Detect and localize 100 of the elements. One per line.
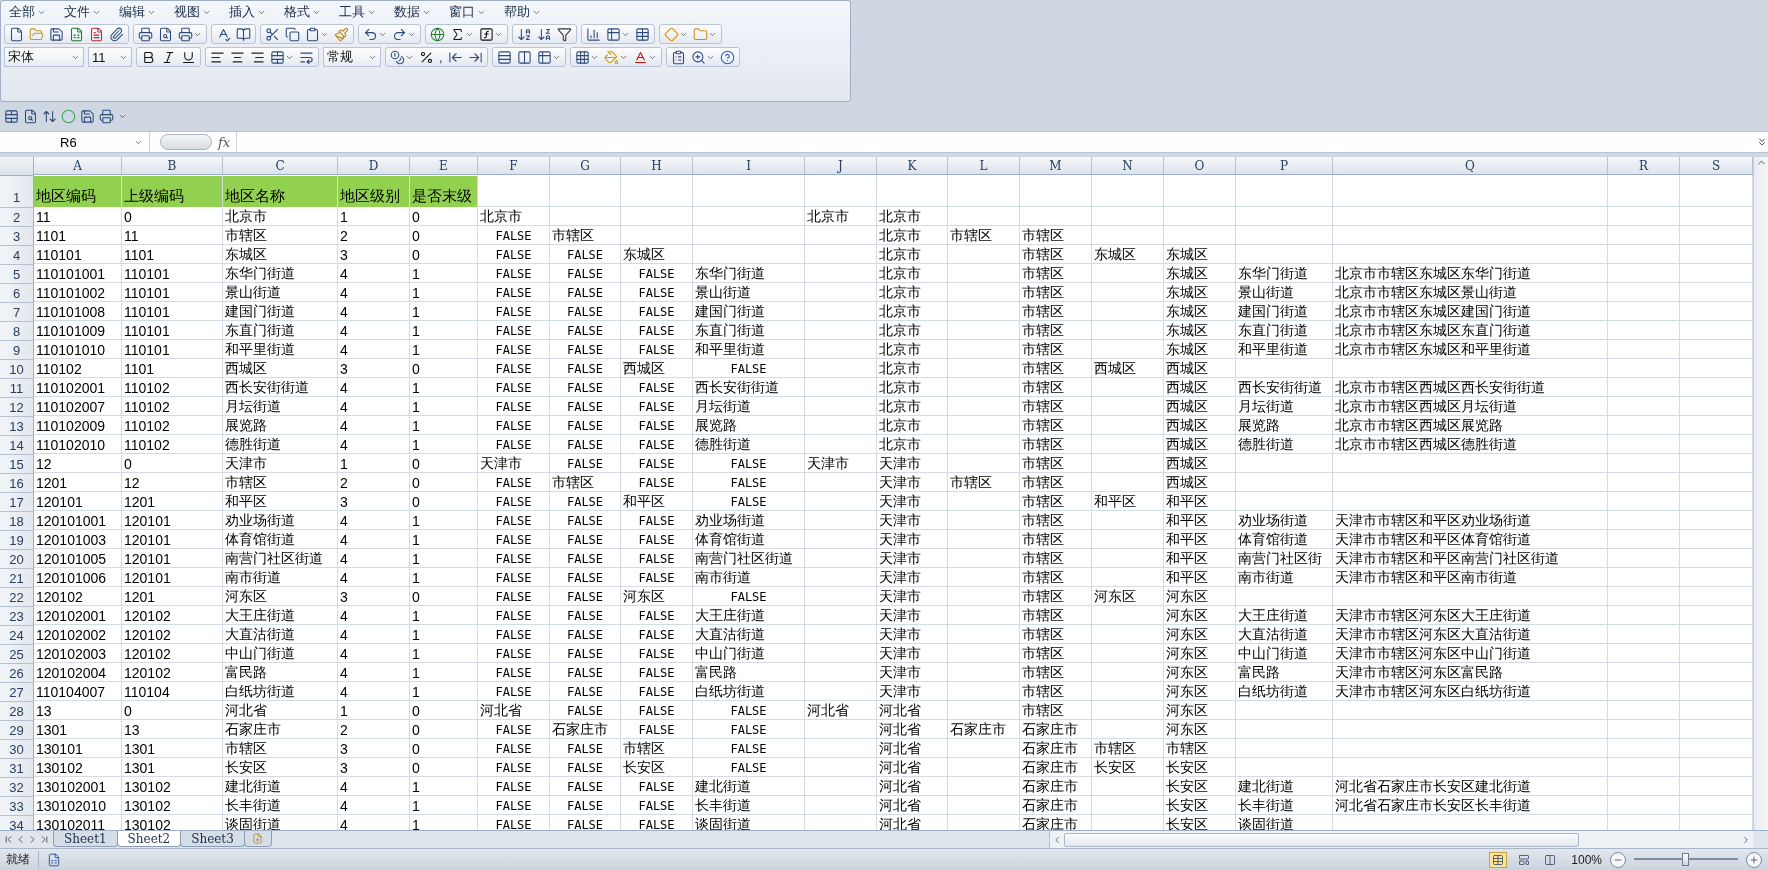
row-header[interactable]: 16 bbox=[0, 474, 34, 493]
last-sheet-icon bbox=[39, 834, 50, 845]
comma-button[interactable]: , bbox=[437, 48, 445, 66]
table-cell-text: 120102002 bbox=[35, 626, 108, 644]
row-header[interactable]: 4 bbox=[0, 246, 34, 265]
column-header[interactable]: P bbox=[1236, 157, 1333, 175]
menu-item[interactable]: 编辑 bbox=[114, 3, 161, 21]
menu-item[interactable]: 视图 bbox=[169, 3, 216, 21]
column-header[interactable]: D bbox=[338, 157, 410, 175]
row-header[interactable]: 26 bbox=[0, 664, 34, 683]
table-cell-text: 东城区 bbox=[1165, 284, 1209, 302]
table-cell-text: 110101 bbox=[35, 246, 83, 264]
view-button[interactable] bbox=[1489, 851, 1508, 868]
column-header[interactable]: N bbox=[1092, 157, 1164, 175]
row-header[interactable]: 11 bbox=[0, 379, 34, 398]
column-header[interactable]: L bbox=[948, 157, 1020, 175]
column-header[interactable]: Q bbox=[1333, 157, 1608, 175]
number-format-select[interactable]: 常规 bbox=[323, 47, 381, 67]
row-header[interactable]: 25 bbox=[0, 645, 34, 664]
row-header[interactable]: 32 bbox=[0, 778, 34, 797]
column-header[interactable]: J bbox=[805, 157, 877, 175]
sheet-tab[interactable]: Sheet1 bbox=[53, 831, 118, 847]
row-header[interactable]: 30 bbox=[0, 740, 34, 759]
row-header[interactable]: 21 bbox=[0, 569, 34, 588]
row-header[interactable]: 24 bbox=[0, 626, 34, 645]
column-header[interactable]: C bbox=[223, 157, 338, 175]
table-cell-text: FALSE bbox=[494, 664, 533, 682]
zoom-in-button[interactable] bbox=[1746, 851, 1762, 868]
table-cell-text: 13 bbox=[35, 702, 53, 720]
table-cell-text: 白纸坊街道 bbox=[224, 683, 296, 701]
vertical-scrollbar[interactable] bbox=[1753, 157, 1768, 830]
column-header[interactable]: S bbox=[1680, 157, 1753, 175]
scroll-thumb[interactable] bbox=[1064, 832, 1579, 847]
row-header[interactable]: 34 bbox=[0, 816, 34, 830]
row-header[interactable]: 7 bbox=[0, 303, 34, 322]
menu-item[interactable]: 全部 bbox=[4, 3, 51, 21]
column-header[interactable]: A bbox=[34, 157, 122, 175]
row-header[interactable]: 28 bbox=[0, 702, 34, 721]
horizontal-scrollbar[interactable] bbox=[1049, 831, 1753, 848]
menu-item[interactable]: 数据 bbox=[389, 3, 436, 21]
column-header[interactable]: G bbox=[550, 157, 621, 175]
column-header[interactable]: E bbox=[410, 157, 478, 175]
table-cell-text: 长安区 bbox=[1165, 797, 1209, 815]
row-header[interactable]: 3 bbox=[0, 227, 34, 246]
row-header[interactable]: 20 bbox=[0, 550, 34, 569]
column-header[interactable]: B bbox=[122, 157, 223, 175]
font-size-select[interactable]: 11 bbox=[88, 47, 132, 67]
row-header[interactable]: 1 bbox=[0, 176, 34, 208]
row-header[interactable]: 5 bbox=[0, 265, 34, 284]
menu-item[interactable]: 窗口 bbox=[444, 3, 491, 21]
menu-item[interactable]: 插入 bbox=[224, 3, 271, 21]
row-header[interactable]: 27 bbox=[0, 683, 34, 702]
row-header[interactable]: 29 bbox=[0, 721, 34, 740]
row-header[interactable]: 2 bbox=[0, 208, 34, 227]
row-header[interactable]: 8 bbox=[0, 322, 34, 341]
row-header[interactable]: 19 bbox=[0, 531, 34, 550]
menu-item[interactable]: 工具 bbox=[334, 3, 381, 21]
menu-item[interactable]: 格式 bbox=[279, 3, 326, 21]
row-header[interactable]: 14 bbox=[0, 436, 34, 455]
row-header[interactable]: 23 bbox=[0, 607, 34, 626]
column-header[interactable]: K bbox=[877, 157, 948, 175]
slider-thumb[interactable] bbox=[1682, 853, 1689, 866]
table-cell-text: 景山街道 bbox=[1237, 284, 1295, 302]
table-cell-text: FALSE bbox=[637, 664, 676, 682]
table-cell-text: 南市街道 bbox=[224, 569, 282, 587]
column-header[interactable]: O bbox=[1164, 157, 1236, 175]
column-header[interactable]: I bbox=[693, 157, 805, 175]
sheet-tab[interactable]: Sheet2 bbox=[116, 831, 182, 847]
insert-function-button[interactable]: fx bbox=[218, 134, 231, 150]
table-cell-text: FALSE bbox=[494, 531, 533, 549]
table-cell-text: FALSE bbox=[729, 455, 768, 473]
row-header[interactable]: 10 bbox=[0, 360, 34, 379]
row-header[interactable]: 12 bbox=[0, 398, 34, 417]
row-header[interactable]: 15 bbox=[0, 455, 34, 474]
row-header[interactable]: 9 bbox=[0, 341, 34, 360]
merge-cells-icon bbox=[270, 49, 285, 65]
row-header[interactable]: 17 bbox=[0, 493, 34, 512]
table-cell-text: FALSE bbox=[494, 322, 533, 340]
table-cell-text: 石家庄市 bbox=[1021, 759, 1079, 777]
row-header[interactable]: 31 bbox=[0, 759, 34, 778]
row-header[interactable]: 13 bbox=[0, 417, 34, 436]
table-cell-text: 市辖区 bbox=[1021, 398, 1065, 416]
column-header[interactable]: H bbox=[621, 157, 693, 175]
table-cell-text: 1 bbox=[411, 322, 421, 340]
sheet-tab[interactable]: Sheet3 bbox=[180, 831, 245, 847]
menu-item[interactable]: 帮助 bbox=[499, 3, 546, 21]
table-cell-text: 1 bbox=[411, 398, 421, 416]
row-header[interactable]: 18 bbox=[0, 512, 34, 531]
table-cell-text: 长安区 bbox=[1093, 759, 1137, 777]
row-header[interactable]: 22 bbox=[0, 588, 34, 607]
zoom-out-button[interactable] bbox=[1610, 851, 1626, 868]
font-select[interactable]: 宋体 bbox=[4, 47, 84, 67]
row-header[interactable]: 6 bbox=[0, 284, 34, 303]
table-cell-text: 北京市 bbox=[878, 379, 922, 397]
menu-item[interactable]: 文件 bbox=[59, 3, 106, 21]
row-header[interactable]: 33 bbox=[0, 797, 34, 816]
table-cell-text: 1 bbox=[411, 569, 421, 587]
column-header[interactable]: F bbox=[478, 157, 550, 175]
column-header[interactable]: M bbox=[1020, 157, 1092, 175]
column-header[interactable]: R bbox=[1608, 157, 1680, 175]
